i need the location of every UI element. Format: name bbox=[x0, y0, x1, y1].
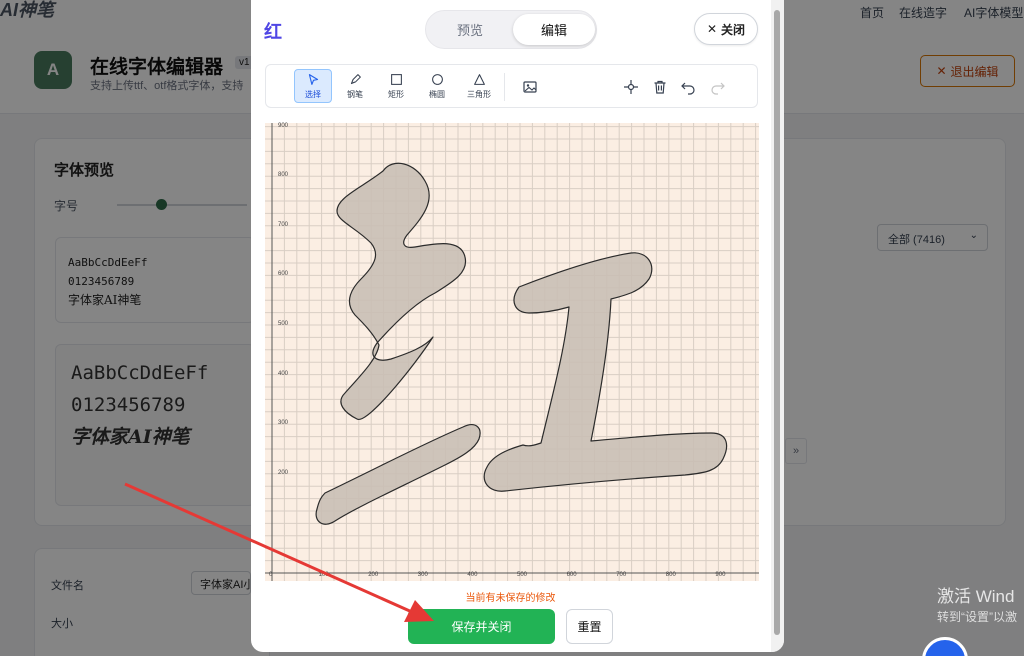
red-annotation-arrow bbox=[124, 482, 434, 622]
